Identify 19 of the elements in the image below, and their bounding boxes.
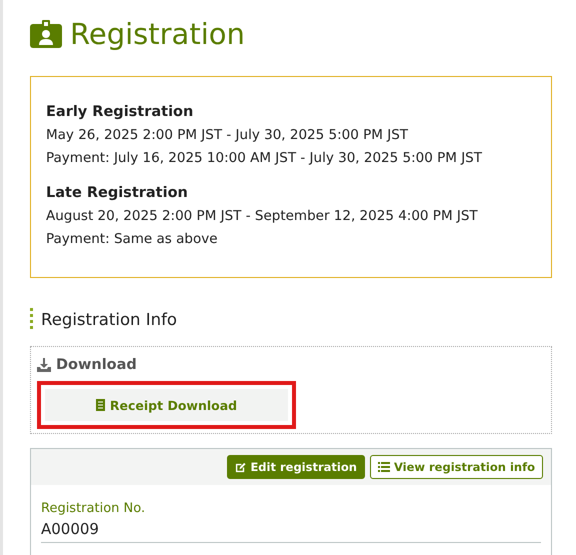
list-icon bbox=[378, 462, 390, 472]
receipt-download-button[interactable]: Receipt Download bbox=[45, 389, 288, 421]
period-text: Payment: Same as above bbox=[46, 230, 219, 249]
field-label: Registration No. bbox=[41, 501, 146, 516]
period-text: May 26, 2025 2:00 PM JST - July 30, 2025 5:00 PM JST bbox=[46, 126, 410, 145]
edit-button[interactable]: Edit registration bbox=[227, 455, 365, 479]
download-icon bbox=[37, 358, 51, 372]
period-text: August 20, 2025 2:00 PM JST - September 12, 2025 4:00 PM JST bbox=[46, 207, 479, 226]
section-title: Registration Info bbox=[41, 310, 177, 328]
view-button[interactable]: View registration info bbox=[370, 455, 543, 479]
id-badge-icon bbox=[30, 20, 62, 48]
page-title: Registration bbox=[70, 17, 245, 51]
document-icon bbox=[96, 399, 105, 411]
period-text: Payment: July 16, 2025 10:00 AM JST - July 30, 2025 5:00 PM JST bbox=[46, 149, 484, 168]
download-heading: Download bbox=[56, 357, 137, 373]
period-heading: Late Registration bbox=[46, 184, 189, 203]
edit-icon bbox=[235, 462, 246, 472]
field-value: A00009 bbox=[41, 516, 541, 543]
period-heading: Early Registration bbox=[46, 103, 194, 122]
